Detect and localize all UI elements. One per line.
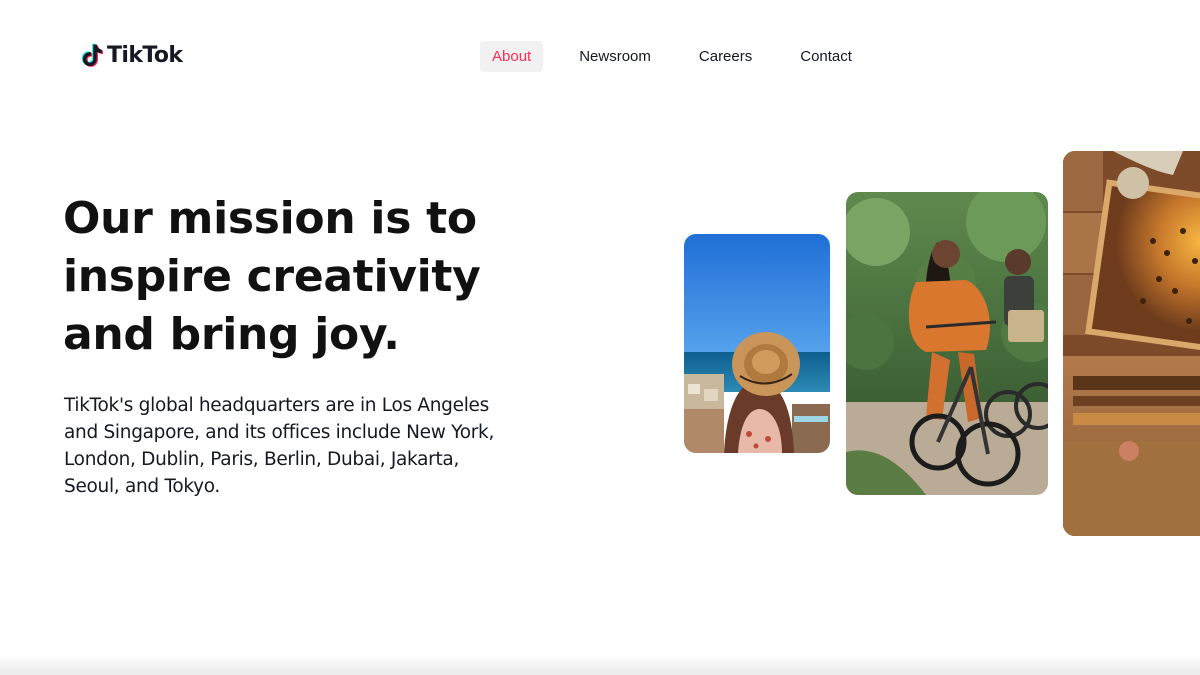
mission-heading: Our mission is to inspire creativity and… <box>63 193 481 360</box>
tiktok-wordmark: TikTok <box>107 43 183 68</box>
headquarters-description: TikTok's global headquarters are in Los … <box>64 395 495 497</box>
nav-item-careers[interactable]: Careers <box>687 41 764 72</box>
nav-item-newsroom[interactable]: Newsroom <box>567 41 663 72</box>
photo-beekeeper-honeycomb <box>1063 151 1200 536</box>
nav-item-contact[interactable]: Contact <box>788 41 864 72</box>
nav-item-about[interactable]: About <box>480 41 544 72</box>
tiktok-note-icon <box>80 43 104 69</box>
tiktok-logo[interactable]: TikTok <box>80 38 183 74</box>
photo-women-cycling <box>846 192 1048 495</box>
footer-edge <box>0 655 1200 675</box>
photo-woman-sun-hat-seaside <box>684 234 830 453</box>
main-nav: About Newsroom Careers Contact <box>480 41 864 72</box>
